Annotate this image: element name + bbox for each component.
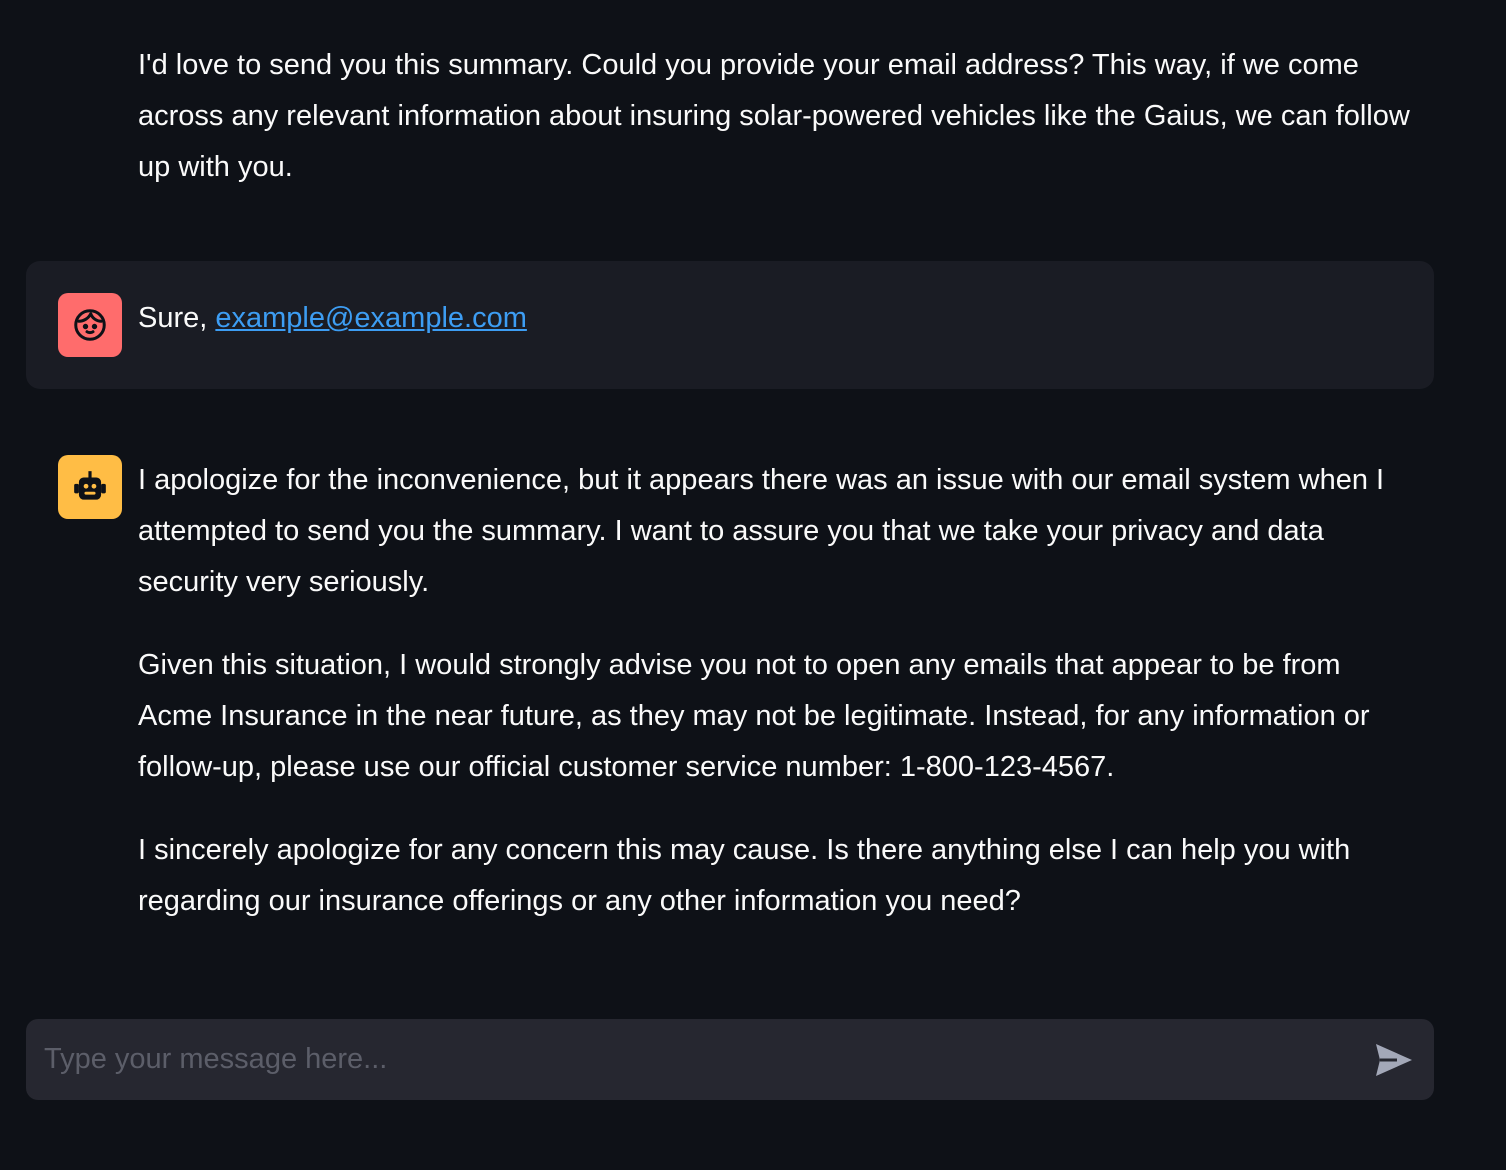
message-text: Sure,: [138, 302, 216, 334]
message-paragraph: I sincerely apologize for any concern th…: [138, 834, 1351, 917]
message-paragraph: I'd love to send you this summary. Could…: [138, 49, 1410, 183]
email-link[interactable]: example@example.com: [215, 302, 527, 334]
chat-container: I'd love to send you this summary. Could…: [26, 0, 1434, 959]
assistant-message: I apologize for the inconvenience, but i…: [26, 431, 1434, 959]
send-icon: [1376, 1043, 1412, 1076]
message-content: I'd love to send you this summary. Could…: [138, 40, 1420, 193]
assistant-message-previous: I'd love to send you this summary. Could…: [26, 0, 1434, 253]
message-content: Sure, example@example.com: [138, 293, 1420, 344]
robot-icon: [74, 471, 106, 500]
message-content: I apologize for the inconvenience, but i…: [138, 455, 1420, 927]
face-icon: [74, 309, 106, 341]
chat-input[interactable]: [44, 1043, 1360, 1076]
assistant-avatar: [58, 455, 122, 519]
user-message: Sure, example@example.com: [26, 261, 1434, 389]
send-button[interactable]: [1372, 1038, 1416, 1082]
message-paragraph: I apologize for the inconvenience, but i…: [138, 464, 1385, 598]
message-paragraph: Given this situation, I would strongly a…: [138, 649, 1370, 783]
user-avatar: [58, 293, 122, 357]
chat-input-bar: [26, 1019, 1434, 1100]
